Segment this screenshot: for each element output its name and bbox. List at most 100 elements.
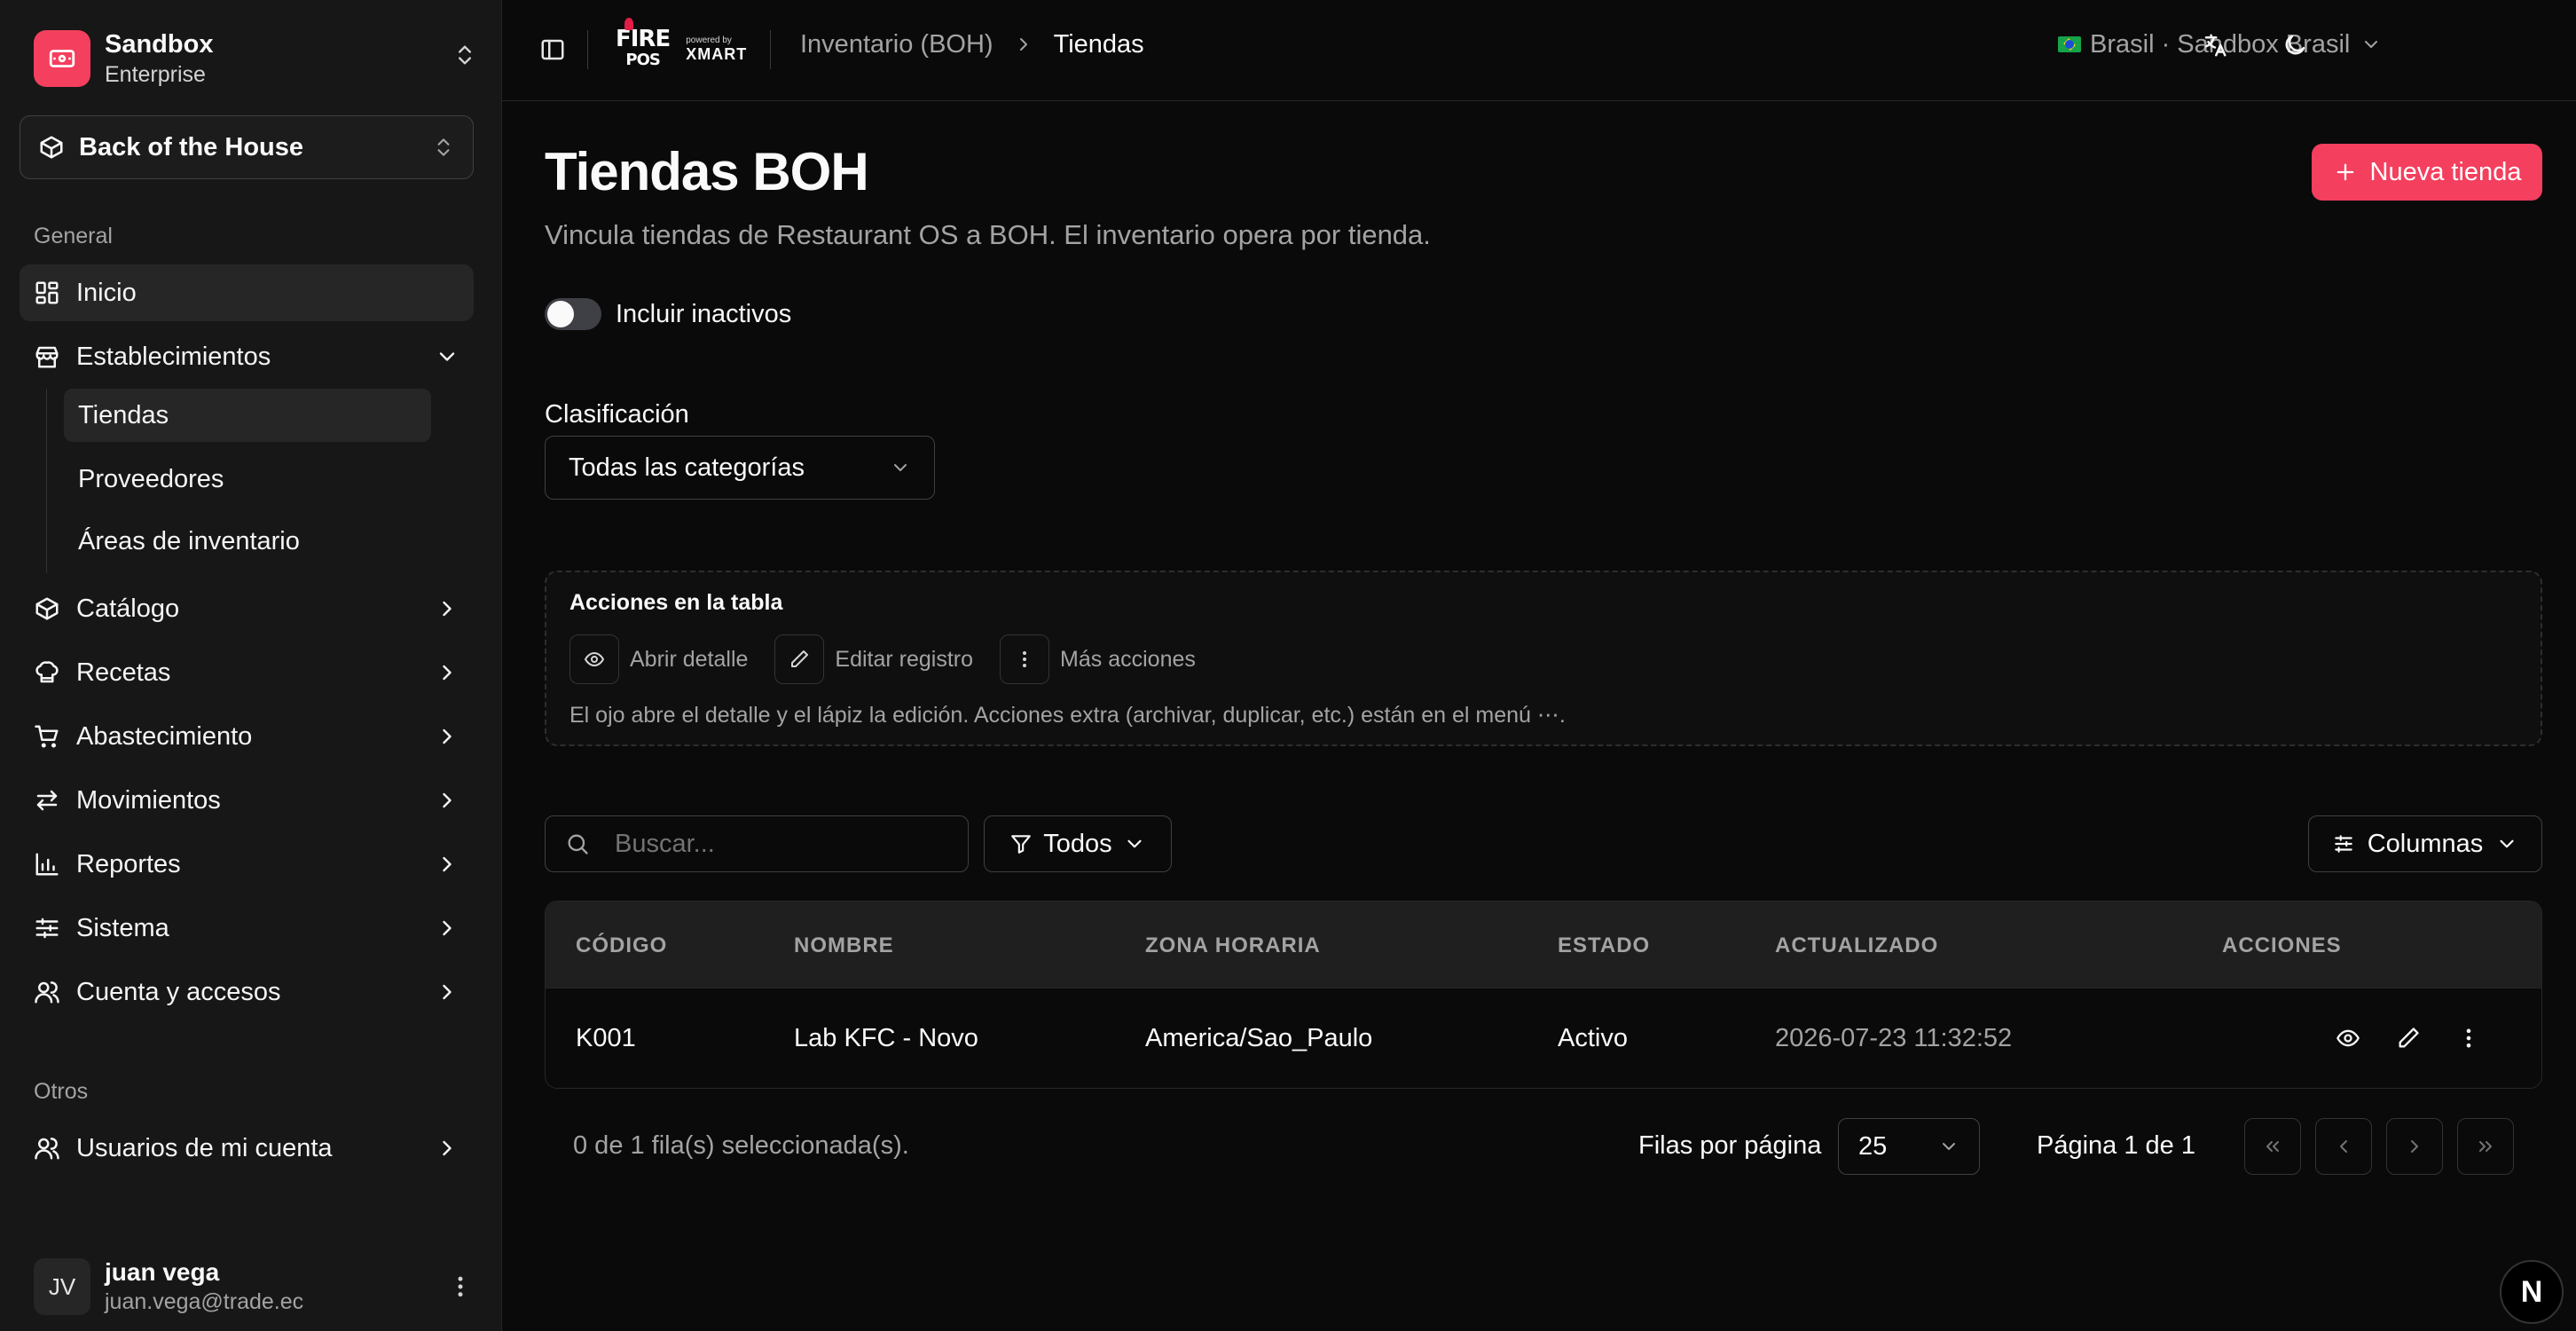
sidebar-item-label: Cuenta y accesos	[76, 977, 281, 1006]
moon-icon[interactable]	[2273, 23, 2317, 67]
stores-table: CÓDIGO NOMBRE ZONA HORARIA ESTADO ACTUAL…	[545, 901, 2542, 1089]
sidebar-item-cuenta-accesos[interactable]: Cuenta y accesos	[20, 964, 474, 1020]
chevron-left-icon	[2333, 1136, 2354, 1157]
sidebar-subitem-areas-inventario[interactable]: Áreas de inventario	[64, 515, 431, 568]
sidebar-item-reportes[interactable]: Reportes	[20, 836, 474, 893]
switch-knob	[547, 301, 574, 327]
chevrons-up-down-icon[interactable]	[452, 43, 477, 67]
breadcrumb-parent[interactable]: Inventario (BOH)	[800, 30, 993, 59]
search-icon	[565, 831, 590, 856]
rows-per-page-value: 25	[1858, 1131, 1888, 1161]
column-header-status[interactable]: ESTADO	[1558, 933, 1650, 958]
more-vertical-icon[interactable]	[2453, 1022, 2485, 1054]
chevron-right-icon	[435, 724, 459, 749]
sidebar-item-abastecimiento[interactable]: Abastecimiento	[20, 708, 474, 765]
help-action-label: Editar registro	[835, 646, 974, 672]
include-inactive-switch[interactable]	[545, 298, 601, 330]
sidebar-item-inicio[interactable]: Inicio	[20, 264, 474, 321]
nextjs-dev-badge[interactable]: N	[2500, 1260, 2564, 1324]
plus-icon	[2333, 160, 2370, 185]
chevron-right-icon	[435, 596, 459, 621]
search-field[interactable]	[545, 815, 969, 872]
sidebar-item-catalogo[interactable]: Catálogo	[20, 580, 474, 637]
chef-hat-icon	[34, 659, 60, 686]
sidebar-item-movimientos[interactable]: Movimientos	[20, 772, 474, 829]
user-email: juan.vega@trade.ec	[105, 1289, 304, 1314]
help-title: Acciones en la tabla	[569, 590, 783, 615]
first-page-button[interactable]	[2244, 1118, 2301, 1175]
sidebar-item-sistema[interactable]: Sistema	[20, 900, 474, 957]
column-header-updated[interactable]: ACTUALIZADO	[1775, 933, 1938, 958]
cell-name: Lab KFC - Novo	[794, 1024, 978, 1052]
user-name: juan vega	[105, 1258, 220, 1286]
chevron-right-icon	[435, 852, 459, 877]
breadcrumb-current: Tiendas	[1053, 29, 1144, 59]
new-store-button[interactable]: Nueva tienda	[2312, 144, 2542, 201]
eye-icon[interactable]	[2332, 1022, 2364, 1054]
header-divider	[770, 30, 771, 69]
sidebar-toggle-icon[interactable]	[532, 29, 573, 70]
section-label-general: General	[34, 224, 113, 248]
sidebar-item-label: Sistema	[76, 913, 169, 942]
translate-icon[interactable]	[2193, 23, 2237, 67]
dashboard-icon	[34, 280, 60, 306]
sidebar-item-recetas[interactable]: Recetas	[20, 644, 474, 701]
column-header-code[interactable]: CÓDIGO	[576, 933, 667, 958]
chevron-right-icon	[1013, 34, 1034, 55]
classification-value: Todas las categorías	[569, 453, 805, 482]
help-action-edit-record: Editar registro	[774, 634, 973, 684]
cell-timezone: America/Sao_Paulo	[1145, 1024, 1373, 1052]
header-divider	[587, 30, 588, 69]
sidebar-subitem-label: Tiendas	[78, 400, 169, 429]
last-page-button[interactable]	[2457, 1118, 2514, 1175]
sidebar-item-label: Recetas	[76, 658, 171, 687]
status-filter-button[interactable]: Todos	[984, 815, 1172, 872]
firepos-logo: FIRE POS	[616, 18, 671, 71]
section-label-otros: Otros	[34, 1079, 89, 1104]
more-vertical-icon[interactable]	[447, 1273, 474, 1300]
column-header-timezone[interactable]: ZONA HORARIA	[1145, 933, 1321, 958]
column-header-name[interactable]: NOMBRE	[794, 933, 894, 958]
sidebar-item-label: Reportes	[76, 849, 181, 878]
org-name: Sandbox	[105, 30, 214, 59]
table-row[interactable]: K001 Lab KFC - Novo America/Sao_Paulo Ac…	[546, 988, 2541, 1088]
sidebar-subitem-label: Proveedores	[78, 464, 224, 493]
chevrons-up-down-icon	[432, 136, 455, 159]
next-page-button[interactable]	[2386, 1118, 2443, 1175]
breadcrumb: Inventario (BOH) Tiendas	[800, 27, 1144, 62]
classification-select[interactable]: Todas las categorías	[545, 436, 935, 500]
sidebar-subitem-proveedores[interactable]: Proveedores	[64, 453, 431, 506]
sidebar-item-establecimientos[interactable]: Establecimientos	[20, 328, 474, 385]
page-subtitle: Vincula tiendas de Restaurant OS a BOH. …	[545, 219, 1431, 250]
search-input[interactable]	[615, 829, 934, 859]
chevron-down-icon	[435, 344, 459, 369]
sliders-icon	[2332, 832, 2355, 855]
brand-logo: FIRE POS powered by XMART	[616, 18, 747, 82]
chevron-down-icon	[890, 457, 911, 478]
org-switcher[interactable]: Sandbox Enterprise	[34, 28, 477, 89]
column-header-actions: ACCIONES	[2222, 933, 2342, 957]
rows-per-page-select[interactable]: 25	[1838, 1118, 1980, 1175]
page-title: Tiendas BOH	[545, 142, 869, 201]
brand-fire-text: FIRE	[616, 26, 671, 52]
columns-button[interactable]: Columnas	[2308, 815, 2542, 872]
module-selector[interactable]: Back of the House	[20, 115, 474, 179]
selection-count: 0 de 1 fila(s) seleccionada(s).	[573, 1131, 909, 1160]
eye-icon	[569, 634, 619, 684]
avatar: JV	[34, 1258, 90, 1315]
brand-pos-text: POS	[625, 51, 660, 69]
sidebar-item-label: Catálogo	[76, 594, 180, 623]
bar-chart-icon	[34, 851, 60, 878]
previous-page-button[interactable]	[2315, 1118, 2372, 1175]
box-icon	[38, 134, 65, 161]
chevron-down-icon	[2495, 832, 2518, 855]
sidebar-subitem-tiendas[interactable]: Tiendas	[64, 389, 431, 442]
include-inactive-toggle[interactable]: Incluir inactivos	[545, 298, 791, 330]
chevron-down-icon	[1123, 832, 1146, 855]
chevrons-right-icon	[2475, 1136, 2496, 1157]
user-menu[interactable]: JV juan vega juan.vega@trade.ec	[34, 1256, 474, 1317]
top-header: FIRE POS powered by XMART Inventario (BO…	[502, 0, 2576, 101]
sidebar-item-usuarios-cuenta[interactable]: Usuarios de mi cuenta	[20, 1120, 474, 1177]
help-text: El ojo abre el detalle y el lápiz la edi…	[569, 703, 1566, 728]
pencil-icon[interactable]	[2392, 1022, 2424, 1054]
